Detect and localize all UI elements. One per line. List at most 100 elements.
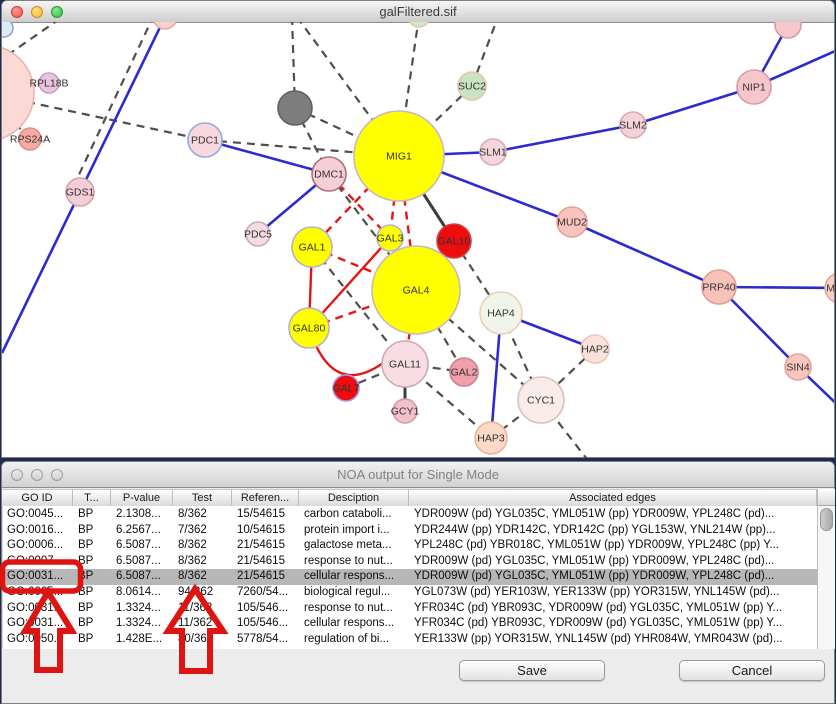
noa-titlebar[interactable]: NOA output for Single Mode [2,462,834,488]
column-header-edges[interactable]: Associated edges [409,490,817,506]
cell-go: GO:0031... [3,601,74,617]
node-unlabeled[interactable] [775,22,801,38]
node-circle[interactable] [153,22,177,29]
node-MSL1[interactable]: MSL1 [825,273,834,303]
cell-description: regulation of bi... [300,632,410,648]
node-MUD2[interactable]: MUD2 [557,207,587,237]
node-GAL7[interactable]: GAL7 [333,375,360,401]
node-circle[interactable] [2,22,13,37]
node-GAL11[interactable]: GAL11 [382,341,428,387]
zoom-button-icon[interactable] [51,469,63,481]
node-DMC1[interactable]: DMC1 [312,157,346,191]
node-unlabeled[interactable] [2,22,13,37]
node-unlabeled[interactable] [408,22,430,27]
close-button-icon[interactable] [11,469,23,481]
cell-reference: 15/54615 [233,507,300,523]
network-edge[interactable] [493,125,633,152]
cell-reference: 21/54615 [233,569,300,585]
network-window-title: galFiltered.sif [2,1,834,22]
node-SUC2[interactable]: SUC2 [458,72,486,100]
node-GAL1[interactable]: GAL1 [292,227,332,267]
column-header-reference[interactable]: Referen... [232,490,299,506]
node-GAL2[interactable]: GAL2 [450,358,478,386]
node-unlabeled[interactable] [153,22,177,29]
node-circle[interactable] [408,22,430,27]
network-canvas[interactable]: RPL18BRPS24AGDS1PDC1DMC1MIG1SUC2SLM1SLM2… [2,22,834,458]
node-NIP1[interactable]: NIP1 [737,70,771,104]
node-GAL3[interactable]: GAL3 [377,225,404,251]
cell-pvalue: 6.5087... [112,554,174,570]
cell-edges: YPL248C (pd) YBR018C, YML051W (pp) YDR00… [410,538,818,554]
table-row[interactable]: GO:0016...BP6.2567...7/36210/54615protei… [3,523,818,539]
column-header-test[interactable]: Test [173,490,232,506]
save-button[interactable]: Save [459,660,605,681]
node-label: PDC1 [191,135,219,147]
cell-go: GO:0007... [3,554,74,570]
cell-reference: 5778/54... [233,632,300,648]
node-circle[interactable] [278,91,312,125]
scrollbar-thumb[interactable] [820,508,833,531]
node-GAL10[interactable]: GAL10 [437,224,471,258]
table-row[interactable]: GO:0045...BP2.1308...8/36215/54615carbon… [3,507,818,523]
node-PRP40[interactable]: PRP40 [702,270,736,304]
node-GCY1[interactable]: GCY1 [391,399,420,423]
cell-type: BP [74,523,112,539]
node-GAL4[interactable]: GAL4 [372,246,460,334]
node-SLM2[interactable]: SLM2 [619,112,647,138]
node-SLM1[interactable]: SLM1 [479,139,507,165]
column-header-go[interactable]: GO ID [2,490,73,506]
table-row-selected[interactable]: GO:0031...BP6.5087...8/36221/54615cellul… [3,569,818,585]
table-row[interactable]: GO:0050...BP1.428E...80/3625778/54...reg… [3,632,818,648]
cell-go: GO:0065... [3,585,74,601]
node-MIG1[interactable]: MIG1 [354,111,444,201]
vertical-scrollbar[interactable] [817,489,835,649]
cell-reference: 105/546... [233,616,300,632]
network-edge[interactable] [633,87,754,125]
node-HAP3[interactable]: HAP3 [475,422,507,454]
cell-edges: YGL073W (pd) YER103W, YER133W (pp) YOR31… [410,585,818,601]
network-edge[interactable] [80,22,165,192]
network-edge[interactable] [572,222,719,287]
node-RPL18B[interactable]: RPL18B [29,73,68,93]
node-HAP4[interactable]: HAP4 [480,292,522,334]
cell-type: BP [74,601,112,617]
column-header-pvalue[interactable]: P-value [111,490,173,506]
close-button-icon[interactable] [11,6,23,18]
column-header-description[interactable]: Desciption [299,490,409,506]
column-header-type[interactable]: T... [73,490,111,506]
node-CYC1[interactable]: CYC1 [518,377,564,423]
network-titlebar[interactable]: galFiltered.sif [2,1,834,23]
minimize-button-icon[interactable] [31,469,43,481]
node-GDS1[interactable]: GDS1 [66,178,95,206]
table-row[interactable]: GO:0006...BP6.5087...8/36221/54615galact… [3,538,818,554]
node-unlabeled[interactable] [278,91,312,125]
node-label: HAP4 [487,308,515,320]
cell-description: biological regul... [300,585,410,601]
cell-description: cellular respons... [300,569,410,585]
node-label: GCY1 [391,406,420,418]
node-PDC1[interactable]: PDC1 [188,123,222,157]
table-row[interactable]: GO:0065...BP8.0614...94/3627260/54...bio… [3,585,818,601]
table-row[interactable]: GO:0031...BP1.3324...11/362105/546...res… [3,601,818,617]
node-SIN4[interactable]: SIN4 [785,354,811,380]
table-row[interactable]: GO:0031...BP1.3324...11/362105/546...cel… [3,616,818,632]
network-edge[interactable] [2,192,80,353]
cell-edges: YFR034C (pd) YBR093C, YDR009W (pd) YGL03… [410,601,818,617]
node-unlabeled[interactable] [2,45,34,141]
node-circle[interactable] [775,22,801,38]
cancel-button[interactable]: Cancel [679,660,825,681]
minimize-button-icon[interactable] [31,6,43,18]
network-edge[interactable] [76,22,154,181]
node-GAL80[interactable]: GAL80 [289,308,329,348]
node-circle[interactable] [2,45,34,141]
cell-test: 11/362 [174,616,233,632]
node-HAP2[interactable]: HAP2 [581,335,609,363]
zoom-button-icon[interactable] [51,6,63,18]
cell-pvalue: 8.0614... [112,585,174,601]
table-row[interactable]: GO:0007...BP6.5087...8/36221/54615respon… [3,554,818,570]
cell-edges: YDR009W (pd) YGL035C, YML051W (pp) YDR00… [410,554,818,570]
cell-description: response to nut... [300,554,410,570]
cell-go: GO:0006... [3,538,74,554]
node-label: DMC1 [314,169,344,181]
cell-description: carbon cataboli... [300,507,410,523]
